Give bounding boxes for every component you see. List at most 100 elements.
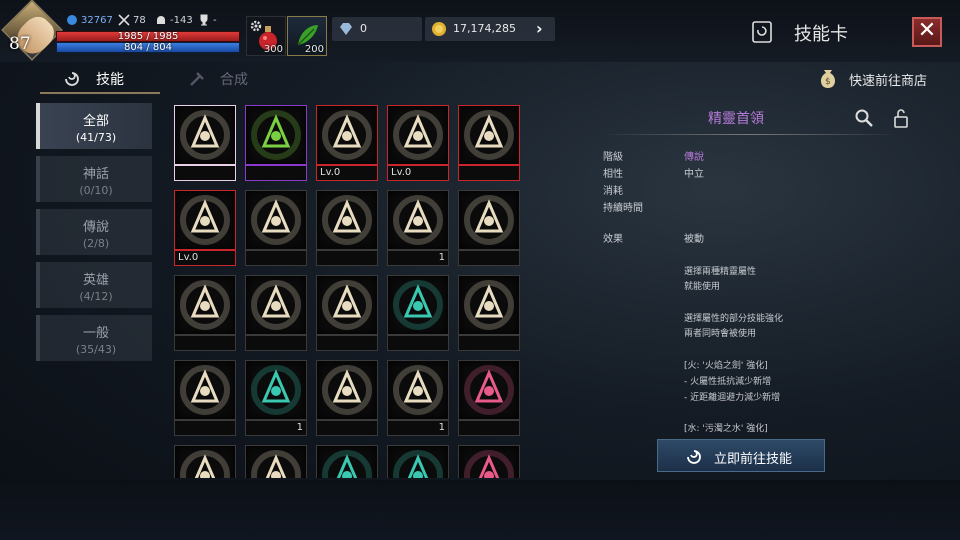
crossed-blades-icon (393, 110, 443, 160)
currency-expand-button[interactable]: › (536, 19, 543, 38)
footer-bar (0, 480, 960, 540)
goto-skill-button[interactable]: 立即前往技能 (657, 439, 825, 472)
category-mythic[interactable]: 神話 (0/10) (36, 156, 152, 202)
dragon-wing-icon (180, 195, 230, 245)
title-divider (600, 134, 900, 135)
trophy-value: - (213, 14, 217, 26)
category-name: 全部 (82, 114, 109, 129)
window-title: 技能卡 (794, 24, 848, 45)
search-icon[interactable] (854, 108, 874, 128)
teal-spike-icon (322, 450, 372, 478)
skill-card[interactable] (245, 105, 307, 183)
unlock-icon[interactable] (892, 108, 910, 128)
card-info-strip: Lv.0 (174, 250, 236, 266)
herb-slot[interactable]: 200 (287, 16, 327, 56)
card-face (387, 105, 449, 165)
prop-label: 階級 (603, 152, 623, 163)
card-level: Lv.0 (320, 167, 341, 178)
card-info-strip (174, 335, 236, 351)
curved-arrow-icon (393, 195, 443, 245)
slash-eye-icon (251, 280, 301, 330)
skill-card[interactable]: 1 (245, 360, 307, 438)
card-face (387, 275, 449, 335)
category-sidebar: 全部 (41/73) 神話 (0/10) 傳說 (2/8) 英雄 (4/12) 一般 (3… (36, 103, 154, 363)
card-info-strip: 1 (387, 250, 449, 266)
cycle-arrows-icon (251, 365, 301, 415)
category-hero[interactable]: 英雄 (4/12) (36, 262, 152, 308)
skill-card[interactable] (174, 105, 236, 183)
skill-card[interactable] (316, 275, 378, 353)
skill-card[interactable]: Lv.0 (387, 105, 449, 183)
skill-card[interactable]: Lv.0 (174, 190, 236, 268)
skill-card-grid: Lv.0 Lv.0 Lv.0 1 1 1 (170, 100, 530, 478)
skill-card[interactable] (174, 360, 236, 438)
tab-skill-label: 技能 (96, 72, 124, 88)
skill-card[interactable]: Lv.0 (316, 105, 378, 183)
skill-card[interactable]: 1 (387, 360, 449, 438)
orb-spring-icon (464, 280, 514, 330)
svg-text:$: $ (825, 77, 831, 87)
teal-sword-burst-icon (393, 280, 443, 330)
skill-card[interactable] (458, 275, 520, 353)
skill-card[interactable] (245, 445, 307, 478)
category-count: (35/43) (75, 343, 117, 356)
shop-link[interactable]: $ 快速前往商店 (815, 64, 955, 92)
helmet-icon (157, 16, 165, 24)
skill-card[interactable] (174, 445, 236, 478)
tab-merge-label: 合成 (220, 72, 248, 88)
category-legendary[interactable]: 傳說 (2/8) (36, 209, 152, 255)
category-all[interactable]: 全部 (41/73) (36, 103, 152, 149)
defense-stat: -143 (155, 14, 193, 26)
skill-card[interactable]: 1 (387, 190, 449, 268)
thorn-beast-icon (251, 110, 301, 160)
shop-link-label: 快速前往商店 (849, 74, 928, 89)
prop-label: 持續時間 (603, 203, 643, 214)
flame-claw-icon (251, 450, 301, 478)
skill-card[interactable] (387, 445, 449, 478)
skill-card[interactable] (387, 275, 449, 353)
crossed-swords-icon (118, 14, 130, 26)
card-info-strip: Lv.0 (387, 165, 449, 181)
category-name: 神話 (82, 167, 109, 182)
trophy-icon (200, 14, 208, 26)
card-face (316, 275, 378, 335)
card-face (174, 275, 236, 335)
tab-merge[interactable]: 合成 (180, 64, 280, 94)
skull-target-icon (464, 110, 514, 160)
lightning-sword-icon (322, 195, 372, 245)
close-button[interactable]: ✕ (912, 17, 942, 47)
defense-value: -143 (170, 14, 193, 26)
skill-card[interactable] (316, 190, 378, 268)
attack-value: 78 (133, 14, 146, 26)
skill-card[interactable] (316, 445, 378, 478)
attack-stat: 78 (118, 14, 146, 26)
tab-skill[interactable]: 技能 (40, 64, 160, 94)
diamond-icon (340, 23, 352, 35)
skill-card[interactable] (458, 105, 520, 183)
skill-card[interactable] (316, 360, 378, 438)
skill-card[interactable] (174, 275, 236, 353)
card-info-strip (316, 250, 378, 266)
gold-coin-icon (432, 22, 446, 36)
skill-card[interactable] (245, 190, 307, 268)
pink-paws-icon (464, 450, 514, 478)
card-face (387, 360, 449, 420)
card-info-strip (245, 165, 307, 181)
desc-line: - 近距離迴避力減少新增 (684, 393, 781, 403)
moon-orb-icon (180, 450, 230, 478)
skill-card[interactable] (458, 190, 520, 268)
shatter-icon (393, 365, 443, 415)
desc-line: - 火屬性抵抗減少新增 (684, 377, 772, 387)
desc-line: [水: '污濁之水' 強化] (684, 424, 768, 434)
potion-slot[interactable]: 300 (246, 16, 286, 56)
category-normal[interactable]: 一般 (35/43) (36, 315, 152, 361)
desc-line: 就能使用 (684, 282, 721, 292)
card-info-strip (458, 335, 520, 351)
goto-skill-label: 立即前往技能 (714, 452, 793, 467)
skill-card[interactable] (458, 445, 520, 478)
skill-card[interactable] (245, 275, 307, 353)
top-bar: 87 32767 78 -143 - 1985 / 1985 804 / 804… (0, 0, 960, 62)
card-info-strip: 1 (245, 420, 307, 436)
skill-card[interactable] (458, 360, 520, 438)
card-face (458, 105, 520, 165)
